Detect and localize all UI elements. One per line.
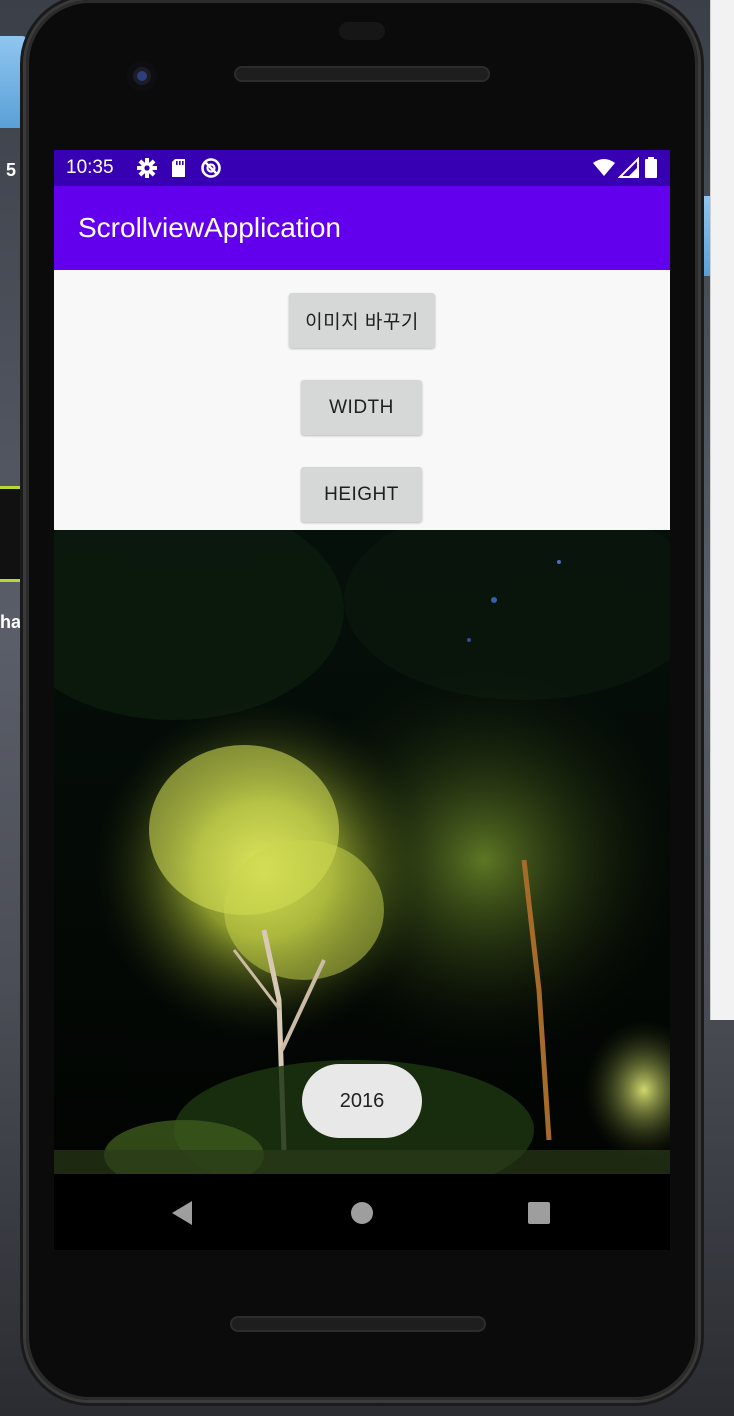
device-screen: 10:35 ScrollviewApplication 이미지 바꾸기 WIDT… <box>54 150 670 1250</box>
back-icon[interactable] <box>165 1196 199 1230</box>
desktop-label: har <box>0 612 29 632</box>
toast-message: 2016 <box>302 1064 422 1138</box>
desktop-label: 5 <box>6 160 17 180</box>
navigation-bar <box>54 1174 670 1250</box>
desktop-folder-icon[interactable] <box>696 196 710 276</box>
front-camera <box>127 61 157 91</box>
app-bar: ScrollviewApplication <box>54 186 670 270</box>
scroll-content[interactable]: 이미지 바꾸기 WIDTH HEIGHT <box>54 270 670 530</box>
sd-card-icon <box>168 157 190 179</box>
gear-icon <box>136 157 158 179</box>
proximity-sensor <box>339 22 385 40</box>
recents-icon[interactable] <box>522 1196 556 1230</box>
wifi-icon <box>592 157 615 179</box>
app-title: ScrollviewApplication <box>78 212 342 243</box>
cell-signal-icon <box>617 156 640 179</box>
change-image-button[interactable]: 이미지 바꾸기 <box>289 293 435 348</box>
desktop-folder-icon[interactable] <box>0 36 28 128</box>
status-bar: 10:35 <box>54 150 670 186</box>
battery-icon <box>644 157 660 179</box>
bottom-speaker <box>230 1316 486 1332</box>
sync-icon <box>200 157 222 179</box>
status-time: 10:35 <box>66 157 114 178</box>
earpiece-speaker <box>234 66 490 82</box>
background-window <box>710 0 734 1020</box>
width-button[interactable]: WIDTH <box>301 380 422 435</box>
home-icon[interactable] <box>345 1196 379 1230</box>
height-button[interactable]: HEIGHT <box>301 467 422 522</box>
